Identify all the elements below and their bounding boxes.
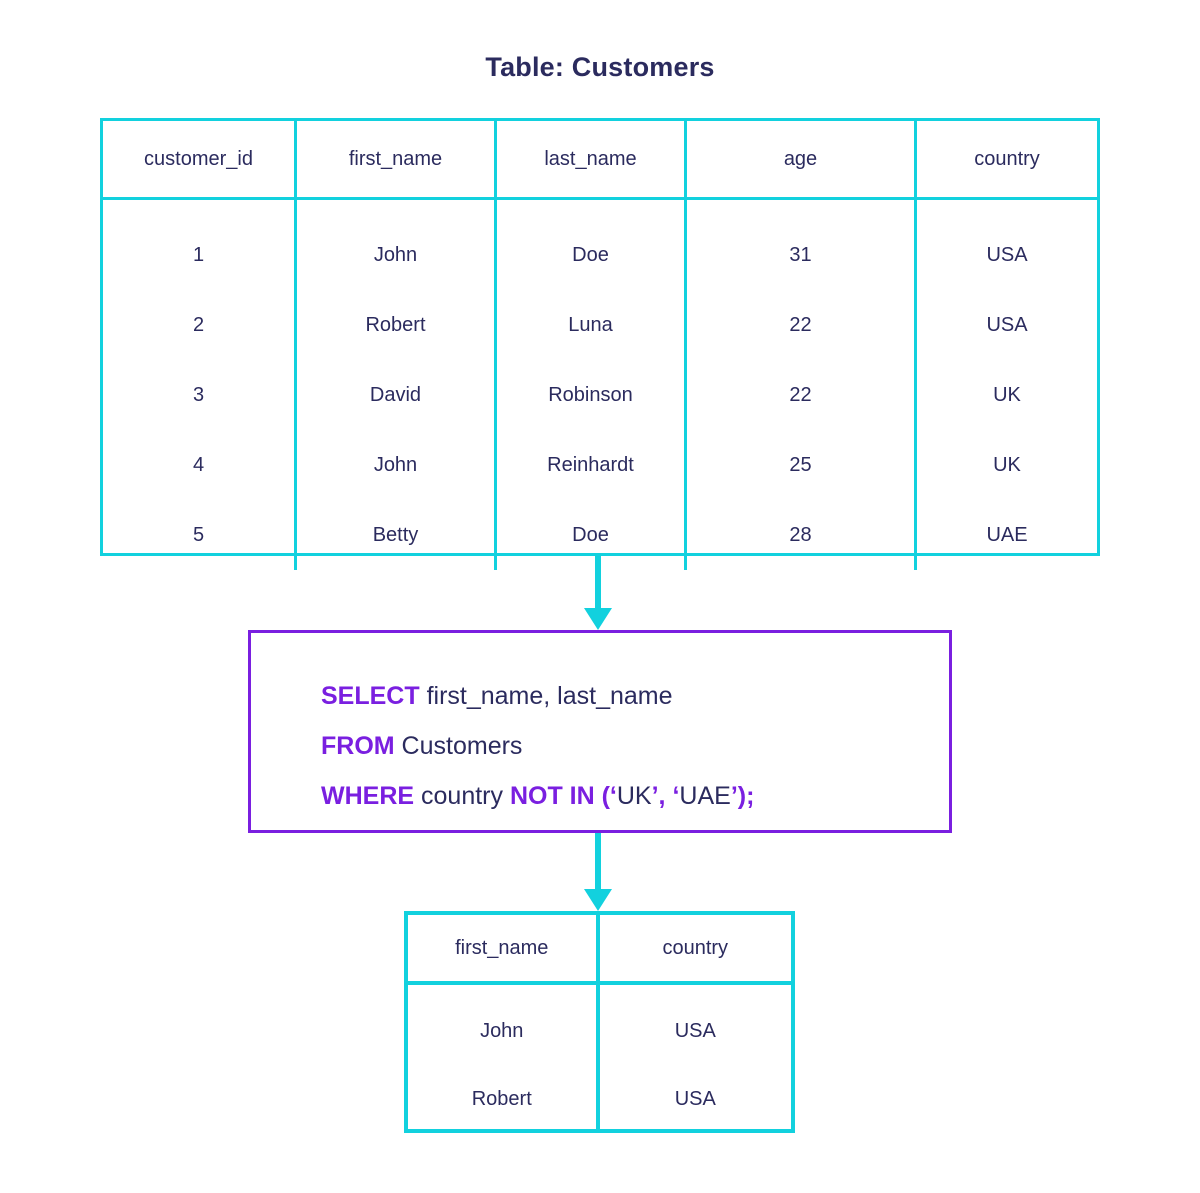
sql-line-1: SELECT first_name, last_name bbox=[321, 671, 949, 721]
source-col-header-last-name: last_name bbox=[497, 121, 687, 197]
sql-operator-not-in: NOT IN bbox=[509, 782, 595, 810]
result-table-body: John Robert USA USA bbox=[408, 985, 791, 1133]
sql-close-paren-semicolon: ’); bbox=[730, 782, 755, 810]
arrow-head bbox=[584, 889, 612, 911]
source-customers-table: customer_id first_name last_name age cou… bbox=[100, 118, 1100, 570]
table-cell: USA bbox=[674, 1087, 716, 1110]
source-column-country: USA USA UK UK UAE bbox=[917, 200, 1097, 570]
result-column-first-name: John Robert bbox=[408, 985, 600, 1133]
table-cell: UAE bbox=[986, 523, 1028, 546]
sql-keyword-select: SELECT bbox=[321, 682, 420, 710]
result-col-header-first-name: first_name bbox=[408, 915, 600, 981]
table-cell: USA bbox=[986, 313, 1028, 336]
source-table-header-row: customer_id first_name last_name age cou… bbox=[103, 121, 1097, 200]
sql-query-box: SELECT first_name, last_name FROM Custom… bbox=[248, 630, 952, 833]
sql-line-3: WHERE country NOT IN (‘UK’, ‘UAE’); bbox=[321, 771, 949, 821]
table-cell: Robinson bbox=[548, 383, 633, 406]
table-cell: 1 bbox=[192, 243, 205, 266]
table-cell: John bbox=[373, 243, 418, 266]
table-cell: 25 bbox=[789, 453, 812, 476]
table-cell: UK bbox=[993, 453, 1021, 476]
source-column-last-name: Doe Luna Robinson Reinhardt Doe bbox=[497, 200, 687, 570]
arrow-shaft bbox=[595, 833, 601, 889]
table-cell: Luna bbox=[568, 313, 613, 336]
down-arrow-icon-to-result bbox=[584, 833, 612, 911]
page-title: Table: Customers bbox=[485, 52, 715, 82]
table-cell: Robert bbox=[365, 313, 426, 336]
source-col-header-customer-id: customer_id bbox=[103, 121, 297, 197]
table-cell: 3 bbox=[192, 383, 205, 406]
table-cell: 28 bbox=[789, 523, 812, 546]
table-cell: Betty bbox=[372, 523, 419, 546]
arrow-head bbox=[584, 608, 612, 630]
source-col-header-first-name: first_name bbox=[297, 121, 497, 197]
sql-select-columns: first_name, last_name bbox=[419, 682, 673, 710]
source-col-header-country: country bbox=[974, 147, 1040, 170]
table-cell: 5 bbox=[192, 523, 205, 546]
sql-value-separator: ’, ‘ bbox=[651, 782, 680, 810]
sql-keyword-where: WHERE bbox=[321, 782, 415, 810]
source-table-body: 1 2 3 4 5 John Robert David John Betty D… bbox=[103, 200, 1097, 570]
result-col-header-country: country bbox=[662, 936, 729, 959]
result-table-header-row: first_name country bbox=[408, 915, 791, 985]
table-cell: Robert bbox=[471, 1087, 532, 1110]
source-column-first-name: John Robert David John Betty bbox=[297, 200, 497, 570]
table-cell: 4 bbox=[192, 453, 205, 476]
table-cell: Reinhardt bbox=[547, 453, 634, 476]
table-cell: Doe bbox=[572, 243, 609, 266]
result-column-country: USA USA bbox=[600, 985, 792, 1133]
table-cell: 2 bbox=[192, 313, 205, 336]
sql-where-column: country bbox=[414, 782, 510, 810]
source-column-customer-id: 1 2 3 4 5 bbox=[103, 200, 297, 570]
table-cell: 22 bbox=[789, 313, 812, 336]
sql-value-uae: UAE bbox=[679, 782, 731, 810]
result-table: first_name country John Robert USA USA bbox=[404, 911, 795, 1133]
sql-line-2: FROM Customers bbox=[321, 721, 949, 771]
table-cell: 31 bbox=[789, 243, 812, 266]
sql-value-uk: UK bbox=[616, 782, 652, 810]
source-column-age: 31 22 22 25 28 bbox=[687, 200, 917, 570]
sql-open-paren: (‘ bbox=[594, 782, 617, 810]
table-cell: UK bbox=[993, 383, 1021, 406]
sql-keyword-from: FROM bbox=[321, 732, 395, 760]
table-cell: David bbox=[369, 383, 422, 406]
table-cell: 22 bbox=[789, 383, 812, 406]
source-col-header-age: age bbox=[687, 121, 917, 197]
table-cell: USA bbox=[986, 243, 1028, 266]
sql-from-table: Customers bbox=[394, 732, 523, 760]
table-cell: USA bbox=[674, 1019, 716, 1042]
table-cell: John bbox=[480, 1019, 524, 1042]
table-cell: John bbox=[373, 453, 418, 476]
arrow-shaft bbox=[595, 556, 601, 608]
down-arrow-icon-to-query bbox=[584, 556, 612, 630]
